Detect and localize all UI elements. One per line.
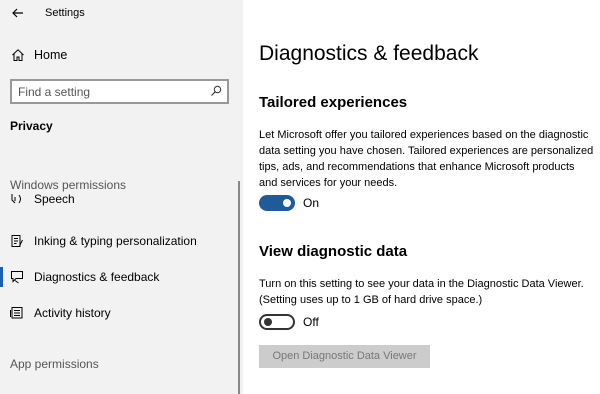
activity-history-icon [10,307,23,319]
back-button[interactable] [8,4,28,22]
section-label-windows-permissions: Windows permissions [10,178,127,192]
sidebar-item-label: Inking & typing personalization [34,234,197,248]
tailored-experiences-description: Let Microsoft offer you tailored experie… [259,129,594,189]
sidebar-item-diagnostics-feedback[interactable]: Diagnostics & feedback [0,264,243,290]
sidebar-item-speech[interactable]: Speech [0,193,243,213]
sidebar-item-label: Speech [34,193,75,206]
toggle-knob [264,318,272,326]
sidebar-item-home[interactable]: Home [0,42,243,68]
selection-indicator [0,267,3,287]
sidebar-scrollbar[interactable] [238,181,240,394]
search-icon[interactable] [210,85,222,97]
open-diagnostic-data-viewer-button[interactable]: Open Diagnostic Data Viewer [259,345,430,368]
category-title: Privacy [10,119,53,133]
page-title: Diagnostics & feedback [259,42,479,65]
section-label-app-permissions: App permissions [10,357,99,371]
main-content: Diagnostics & feedback Tailored experien… [243,0,600,394]
tailored-experiences-heading: Tailored experiences [259,94,408,111]
search-input[interactable] [18,84,203,99]
speech-icon [11,194,21,204]
search-box[interactable] [10,79,229,104]
tailored-experiences-toggle[interactable] [259,195,295,211]
feedback-icon [11,271,23,284]
app-title: Settings [45,7,85,19]
sidebar-item-label: Diagnostics & feedback [34,270,160,284]
toggle-knob [283,199,291,207]
sidebar: Settings Home Privacy Windows permission… [0,0,243,394]
tailored-experiences-toggle-state: On [303,196,320,210]
inking-icon [11,235,23,247]
sidebar-item-inking-typing[interactable]: Inking & typing personalization [0,228,243,254]
sidebar-item-label: Activity history [34,306,111,320]
back-arrow-icon [12,8,23,18]
view-diagnostic-data-toggle[interactable] [259,314,295,330]
title-bar: Settings [0,0,243,28]
home-icon [12,49,24,61]
home-label: Home [34,48,68,62]
view-diagnostic-data-heading: View diagnostic data [259,243,408,260]
view-diagnostic-data-toggle-state: Off [303,315,319,329]
view-diagnostic-data-description: Turn on this setting to see your data in… [259,278,584,306]
sidebar-item-activity-history[interactable]: Activity history [0,300,243,326]
